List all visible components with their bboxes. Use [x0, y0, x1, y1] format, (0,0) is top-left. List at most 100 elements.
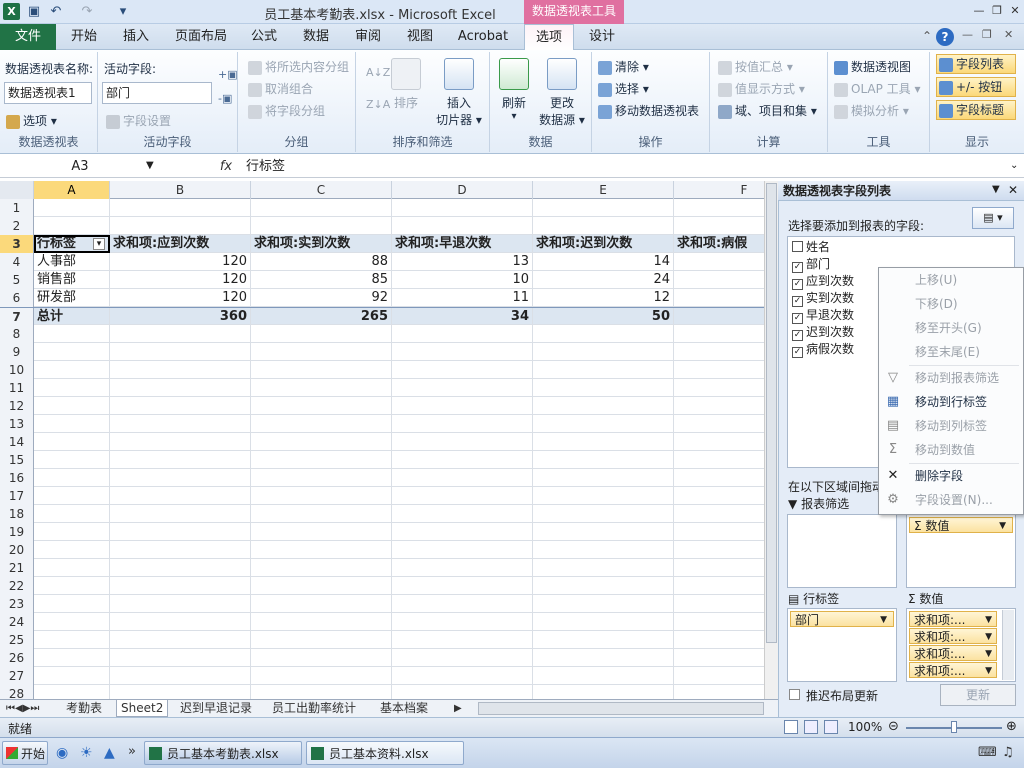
menu-item-move-to-beginning[interactable]: 移至开头(G)	[915, 318, 982, 338]
field-checkbox[interactable]	[792, 241, 803, 252]
grid-cell[interactable]	[674, 289, 764, 307]
grid-cell[interactable]	[251, 361, 392, 379]
grid-cell[interactable]	[34, 649, 110, 667]
grid-cell[interactable]	[34, 523, 110, 541]
grid-cell[interactable]	[392, 523, 533, 541]
grid-cell[interactable]	[533, 631, 674, 649]
menu-item-field-settings[interactable]: 字段设置(N)...	[915, 490, 993, 510]
pivot-value-cell[interactable]: 14	[533, 253, 674, 271]
doc-close-icon[interactable]: ✕	[1004, 28, 1013, 41]
sort-asc-icon[interactable]: A↓Z	[366, 66, 390, 79]
grid-cell[interactable]	[34, 217, 110, 235]
grid-cell[interactable]	[533, 451, 674, 469]
grid-cell[interactable]	[392, 379, 533, 397]
grid-cell[interactable]	[251, 631, 392, 649]
tab-page-layout[interactable]: 页面布局	[170, 24, 232, 50]
grid-cell[interactable]	[110, 469, 251, 487]
grid-cell[interactable]	[533, 595, 674, 613]
grid-cell[interactable]	[34, 343, 110, 361]
grid-cell[interactable]	[392, 649, 533, 667]
row-header[interactable]: 6	[0, 289, 34, 307]
move-pivot-button[interactable]: 移动数据透视表	[598, 102, 699, 119]
row-header[interactable]: 3	[0, 235, 34, 253]
minimize-icon[interactable]: —	[970, 4, 988, 18]
grid-cell[interactable]	[110, 631, 251, 649]
tab-formulas[interactable]: 公式	[244, 24, 284, 50]
pivot-options-button[interactable]: 选项 ▾	[6, 112, 57, 129]
grid-cell[interactable]	[674, 505, 764, 523]
chip-dropdown-icon[interactable]: ▼	[880, 612, 887, 628]
row-header[interactable]: 11	[0, 379, 34, 397]
pane-dropdown-icon[interactable]: ▼	[992, 184, 1000, 195]
report-filter-area[interactable]	[787, 514, 897, 588]
pivot-value-cell[interactable]: 120	[110, 253, 251, 271]
group-field-button[interactable]: 将字段分组	[248, 102, 325, 119]
grid-cell[interactable]	[392, 199, 533, 217]
page-break-view-icon[interactable]	[824, 720, 838, 734]
taskbar-item[interactable]: 员工基本资料.xlsx	[306, 741, 464, 765]
tab-data[interactable]: 数据	[296, 24, 336, 50]
row-labels-filter-icon[interactable]: ▾	[93, 238, 105, 250]
pivot-name-input[interactable]: 数据透视表1	[4, 82, 92, 104]
menu-item-move-down[interactable]: 下移(D)	[915, 294, 958, 314]
grid-cell[interactable]	[34, 487, 110, 505]
sheet-tab[interactable]: 考勤表	[62, 700, 106, 717]
row-labels-area[interactable]: 部门 ▼	[787, 608, 897, 682]
grid-cell[interactable]	[34, 595, 110, 613]
grid-cell[interactable]	[110, 523, 251, 541]
grid-cell[interactable]	[110, 361, 251, 379]
grid-cell[interactable]	[533, 613, 674, 631]
grid-cell[interactable]	[34, 325, 110, 343]
field-list-item[interactable]: ✓ 早退次数	[792, 307, 854, 324]
grid-cell[interactable]	[34, 613, 110, 631]
row-header[interactable]: 8	[0, 325, 34, 343]
grid-cell[interactable]	[674, 397, 764, 415]
row-header[interactable]: 16	[0, 469, 34, 487]
worksheet-grid[interactable]: 1 2 3 行标签 ▾ 求和项:应到次数 求和项:实到次数 求和项:早退次数 求和项:迟到次数求…	[0, 199, 764, 701]
grid-cell[interactable]	[674, 253, 764, 271]
chip-dropdown-icon[interactable]: ▼	[985, 663, 992, 679]
column-values-chip[interactable]: Σ 数值 ▼	[909, 517, 1013, 533]
grid-cell[interactable]	[251, 451, 392, 469]
field-checkbox[interactable]: ✓	[792, 330, 803, 341]
pivot-value-cell[interactable]: 11	[392, 289, 533, 307]
grid-cell[interactable]	[110, 397, 251, 415]
row-header[interactable]: 26	[0, 649, 34, 667]
grid-cell[interactable]	[674, 308, 764, 326]
grid-cell[interactable]	[533, 487, 674, 505]
grid-cell[interactable]	[674, 559, 764, 577]
grid-cell[interactable]	[110, 415, 251, 433]
field-list-item[interactable]: ✓ 病假次数	[792, 341, 854, 358]
row-header[interactable]: 13	[0, 415, 34, 433]
defer-update-checkbox[interactable]	[789, 689, 800, 700]
active-field-input[interactable]: 部门	[102, 82, 212, 104]
quicklaunch-app-icon[interactable]: ▲	[104, 745, 115, 761]
pivot-value-cell[interactable]: 85	[251, 271, 392, 289]
keyboard-icon[interactable]: ⌨	[978, 745, 997, 760]
expand-formula-icon[interactable]: ⌄	[1010, 160, 1018, 171]
grand-total-label[interactable]: 总计	[34, 308, 110, 326]
grid-cell[interactable]	[392, 631, 533, 649]
row-header[interactable]: 9	[0, 343, 34, 361]
chip-dropdown-icon[interactable]: ▼	[985, 629, 992, 645]
group-selection-button[interactable]: 将所选内容分组	[248, 58, 349, 75]
pane-close-icon[interactable]: ✕	[1008, 183, 1018, 197]
column-header-a[interactable]: A	[34, 181, 110, 199]
grid-cell[interactable]	[34, 469, 110, 487]
grid-cell[interactable]	[392, 361, 533, 379]
grid-cell[interactable]	[674, 271, 764, 289]
scroll-thumb[interactable]	[766, 183, 777, 643]
row-header[interactable]: 4	[0, 253, 34, 271]
grid-cell[interactable]	[674, 523, 764, 541]
name-box-dropdown-icon[interactable]: ▼	[146, 160, 154, 171]
normal-view-icon[interactable]	[784, 720, 798, 734]
grid-cell[interactable]	[392, 433, 533, 451]
value-field-chip[interactable]: 求和项:... ▼	[909, 662, 997, 678]
help-icon[interactable]: ?	[936, 28, 954, 46]
update-button[interactable]: 更新	[940, 684, 1016, 706]
zoom-in-icon[interactable]: ⊕	[1006, 719, 1017, 734]
grid-cell[interactable]	[251, 505, 392, 523]
grid-cell[interactable]	[674, 469, 764, 487]
grid-cell[interactable]	[392, 343, 533, 361]
grid-cell[interactable]	[392, 505, 533, 523]
